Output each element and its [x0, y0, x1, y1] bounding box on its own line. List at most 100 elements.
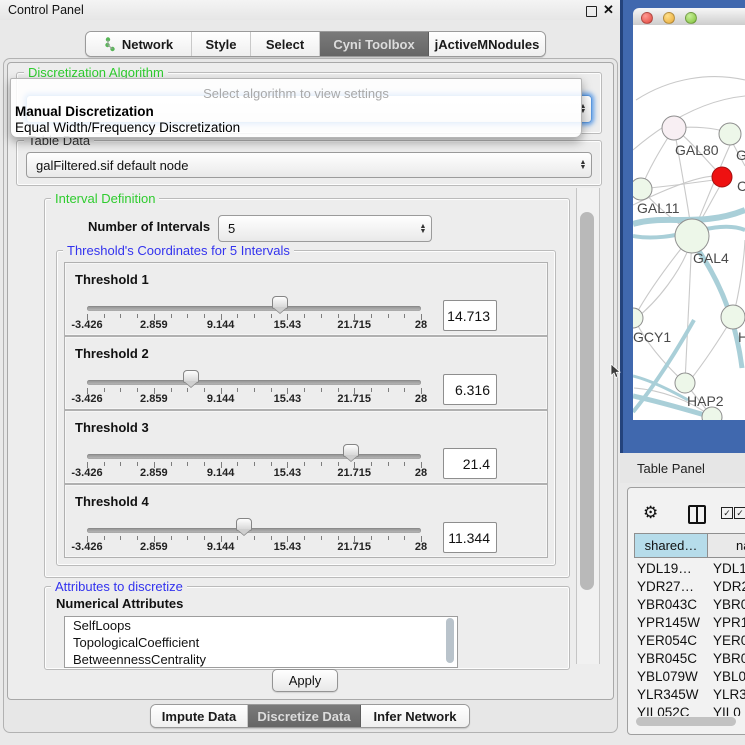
cell-name: YPR1: [713, 614, 745, 632]
table-hscrollbar-thumb[interactable]: [636, 717, 736, 726]
slider-tick-label: 21.715: [337, 467, 371, 479]
slider-tick: [171, 462, 172, 466]
list-scrollbar[interactable]: [446, 618, 454, 663]
network-canvas[interactable]: GAL80 GA C GAL11 GAL4 GCY1 H HAP2: [633, 25, 745, 420]
table-row[interactable]: YDL19…YDL1: [634, 560, 745, 578]
slider-tick-label: 21.715: [337, 393, 371, 405]
gear-icon[interactable]: ⚙: [643, 503, 658, 523]
tab-impute-data[interactable]: Impute Data: [151, 705, 248, 727]
slider-tick-label: 9.144: [207, 467, 235, 479]
numerical-attributes-label: Numerical Attributes: [56, 596, 183, 611]
slider-tick: [137, 462, 138, 466]
slider-tick: [254, 536, 255, 540]
slider-tick: [187, 314, 188, 318]
slider-tick-label: -3.426: [71, 319, 102, 331]
slider-tick: [321, 388, 322, 392]
cyni-mode-tabs: Impute Data Discretize Data Infer Networ…: [150, 704, 470, 728]
slider-tick: [237, 388, 238, 392]
threshold-value-field[interactable]: 21.4: [443, 448, 497, 479]
cell-name: YIL0: [713, 704, 741, 716]
panel-scrollbar-thumb[interactable]: [580, 212, 594, 590]
cell-name: YBR0: [713, 596, 745, 614]
minimize-traffic-light-icon[interactable]: [663, 12, 675, 24]
slider-thumb[interactable]: [343, 444, 359, 457]
slider-tick: [254, 462, 255, 466]
slider-tick-label: -3.426: [71, 467, 102, 479]
slider-thumb[interactable]: [272, 296, 288, 309]
table-row[interactable]: YBR043CYBR0: [634, 596, 745, 614]
tab-jactivemnodules[interactable]: jActiveMNodules: [429, 32, 545, 56]
slider-tick-label: 2.859: [140, 541, 168, 553]
table-row[interactable]: YBR045CYBR0: [634, 650, 745, 668]
columns-icon[interactable]: [688, 505, 706, 524]
close-icon[interactable]: ✕: [603, 2, 614, 18]
node-gal11: [633, 178, 652, 200]
node-gal4: [675, 219, 709, 253]
list-item[interactable]: BetweennessCentrality: [65, 651, 457, 668]
threshold-3-row: Threshold 3 -3.4262.8599.14415.4321.7152…: [64, 410, 548, 484]
dropdown-option-manual[interactable]: Manual Discretization: [14, 104, 575, 119]
cell-shared-name: YDR27…: [637, 578, 694, 596]
table-row[interactable]: YER054CYER0: [634, 632, 745, 650]
table-row[interactable]: YDR27…YDR2: [634, 578, 745, 596]
node-selected-red: [712, 167, 732, 187]
tab-infer-network[interactable]: Infer Network: [361, 705, 469, 727]
mouse-cursor: [610, 364, 621, 384]
tab-network[interactable]: Network: [86, 32, 192, 56]
table-row[interactable]: YBL079WYBL0: [634, 668, 745, 686]
cell-name: YDL1: [713, 560, 745, 578]
slider-tick: [204, 536, 205, 540]
table-panel-title: Table Panel: [637, 461, 705, 476]
list-item[interactable]: TopologicalCoefficient: [65, 634, 457, 651]
slider-tick-label: 15.43: [274, 319, 302, 331]
close-traffic-light-icon[interactable]: [641, 12, 653, 24]
slider-tick: [304, 314, 305, 318]
checkbox-icon[interactable]: ✓: [721, 507, 733, 519]
column-header-name[interactable]: na: [707, 533, 745, 558]
num-intervals-combobox[interactable]: 5 ▲▼: [218, 215, 432, 242]
slider-thumb[interactable]: [183, 370, 199, 383]
network-nodes[interactable]: [633, 116, 745, 420]
node-label: C: [737, 178, 745, 194]
table-row[interactable]: YIL052CYIL0: [634, 704, 745, 716]
slider-tick: [304, 388, 305, 392]
dock-title: Control Panel: [8, 3, 84, 17]
float-window-icon[interactable]: [586, 6, 597, 17]
tab-discretize-data[interactable]: Discretize Data: [248, 705, 361, 727]
threshold-2-row: Threshold 2 -3.4262.8599.14415.4321.7152…: [64, 336, 548, 410]
threshold-value-field[interactable]: 11.344: [443, 522, 497, 553]
cell-name: YLR3: [713, 686, 745, 704]
slider-tick-label: -3.426: [71, 393, 102, 405]
dropdown-option-equal-width[interactable]: Equal Width/Frequency Discretization: [14, 120, 575, 135]
attributes-group-title: Attributes to discretize: [51, 579, 187, 594]
table-row[interactable]: YLR345WYLR3: [634, 686, 745, 704]
zoom-traffic-light-icon[interactable]: [685, 12, 697, 24]
numerical-attributes-list[interactable]: SelfLoopsTopologicalCoefficientBetweenne…: [64, 616, 458, 668]
column-header-shared-name[interactable]: shared…: [634, 533, 708, 558]
checkbox-icon[interactable]: ✓: [734, 507, 745, 519]
slider-tick: [120, 536, 121, 540]
tab-style[interactable]: Style: [192, 32, 251, 56]
list-item[interactable]: SelfLoops: [65, 617, 457, 634]
slider-tick: [120, 388, 121, 392]
slider-tick: [371, 314, 372, 318]
slider-tick: [371, 536, 372, 540]
node-label: H: [738, 329, 745, 345]
table-data-combobox[interactable]: galFiltered.sif default node ▲▼: [26, 152, 592, 178]
dropdown-prompt: Select algorithm to view settings: [11, 86, 581, 101]
slider-tick: [204, 388, 205, 392]
table-row[interactable]: YPR145WYPR1: [634, 614, 745, 632]
slider-tick: [271, 536, 272, 540]
apply-button[interactable]: Apply: [272, 669, 338, 692]
threshold-value-field[interactable]: 14.713: [443, 300, 497, 331]
slider-tick: [321, 314, 322, 318]
tab-cyni-toolbox[interactable]: Cyni Toolbox: [320, 32, 429, 56]
slider-tick: [304, 536, 305, 540]
node-gal80: [662, 116, 686, 140]
slider-thumb[interactable]: [236, 518, 252, 531]
tab-select[interactable]: Select: [251, 32, 320, 56]
threshold-value-field[interactable]: 6.316: [443, 374, 497, 405]
slider-tick: [338, 462, 339, 466]
network-window-titlebar[interactable]: [633, 8, 745, 26]
slider-tick-label: 28: [415, 319, 427, 331]
